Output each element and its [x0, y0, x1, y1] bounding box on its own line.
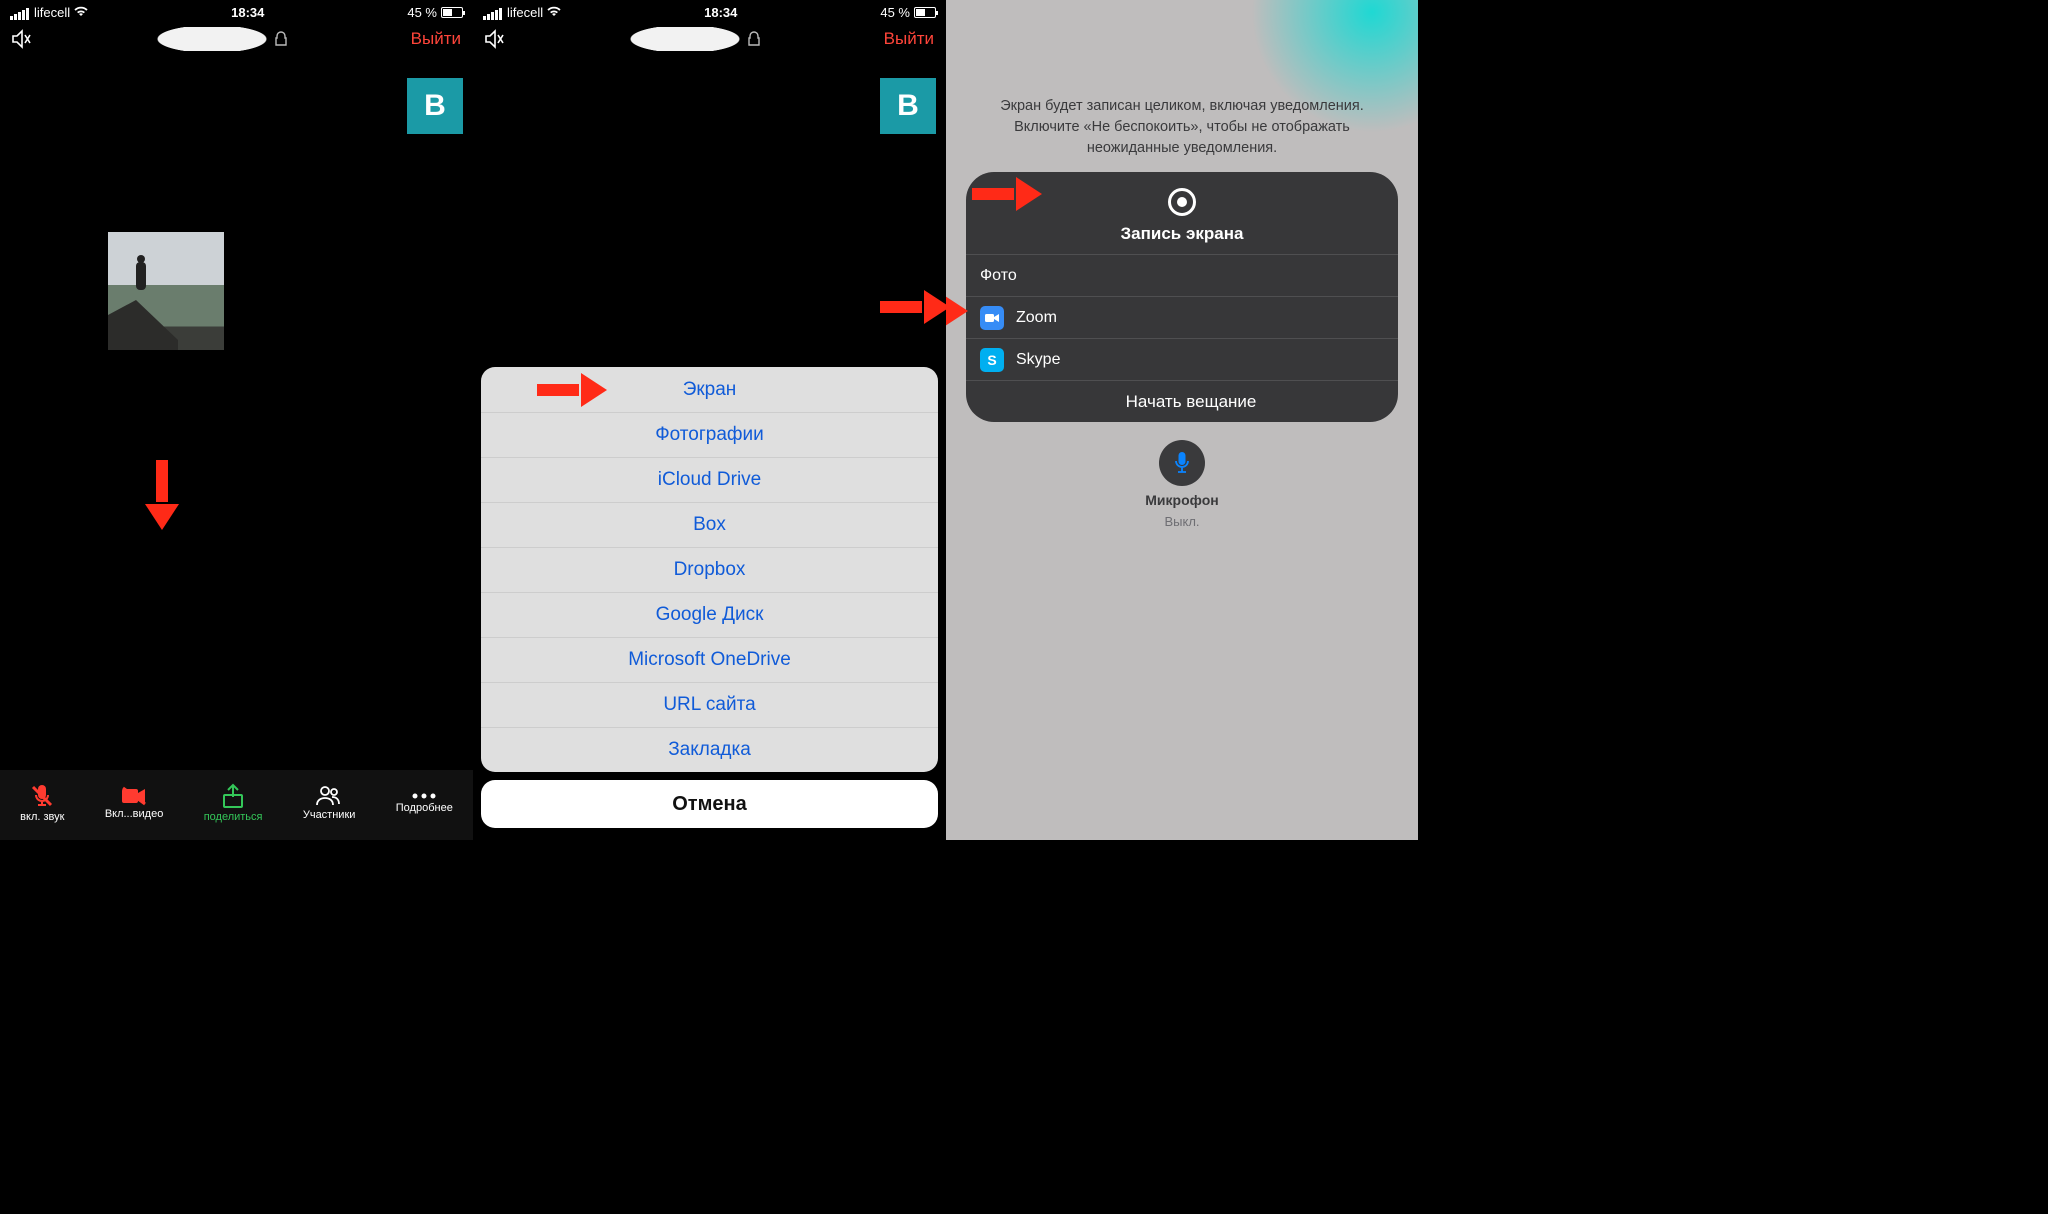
nav-audio[interactable]: вкл. звук	[20, 783, 64, 823]
signal-icon	[10, 5, 30, 20]
battery-pct: 45 %	[880, 5, 910, 20]
nav-share-label: поделиться	[204, 811, 263, 823]
share-action-sheet: Экран Фотографии iCloud Drive Box Dropbo…	[481, 367, 938, 772]
share-option-box[interactable]: Box	[481, 502, 938, 547]
share-option-label: iCloud Drive	[658, 469, 761, 491]
nav-more-label: Подробнее	[396, 802, 453, 814]
share-option-google-drive[interactable]: Google Диск	[481, 592, 938, 637]
annotation-arrow-right-icon	[880, 290, 946, 324]
participant-initial: В	[897, 89, 919, 123]
status-left: lifecell	[483, 5, 561, 20]
record-target-label: Skype	[1016, 351, 1060, 369]
mic-label: Микрофон	[1145, 492, 1218, 508]
leave-button[interactable]: Выйти	[884, 29, 934, 49]
share-option-dropbox[interactable]: Dropbox	[481, 547, 938, 592]
lock-icon	[275, 32, 287, 46]
more-icon	[411, 792, 437, 800]
cancel-label: Отмена	[672, 793, 746, 816]
share-icon	[221, 783, 245, 809]
status-left: lifecell	[10, 5, 88, 20]
record-card-header: Запись экрана	[966, 172, 1398, 254]
status-right: 45 %	[407, 5, 463, 20]
redacted-name	[630, 27, 740, 51]
share-option-label: Box	[693, 514, 726, 536]
lock-icon	[748, 32, 760, 46]
screenshot-panel-1: lifecell 18:34 45 % Выйти В вкл. звук Вк…	[0, 0, 473, 840]
nav-participants[interactable]: Участники	[303, 785, 356, 821]
participant-tile: В	[880, 78, 936, 134]
meeting-title	[157, 27, 287, 51]
record-target-photos[interactable]: Фото	[966, 254, 1398, 296]
call-topbar: Выйти	[473, 20, 946, 58]
record-card-title: Запись экрана	[1121, 224, 1244, 244]
share-option-label: Dropbox	[674, 559, 746, 581]
call-topbar: Выйти	[0, 20, 473, 58]
start-broadcast-label: Начать вещание	[1126, 392, 1257, 412]
video-muted-icon	[121, 786, 147, 806]
share-option-label: Экран	[683, 379, 737, 401]
battery-icon	[914, 7, 936, 18]
share-option-bookmark[interactable]: Закладка	[481, 727, 938, 772]
share-option-label: Google Диск	[656, 604, 764, 626]
annotation-arrow-down-icon	[145, 460, 179, 530]
share-option-screen[interactable]: Экран	[481, 367, 938, 412]
microphone-toggle[interactable]: Микрофон Выкл.	[946, 440, 1418, 529]
bottom-nav: вкл. звук Вкл...видео поделиться Участни…	[0, 770, 473, 840]
shared-photo-thumb	[108, 232, 224, 350]
cancel-button[interactable]: Отмена	[481, 780, 938, 828]
status-time: 18:34	[704, 5, 737, 20]
record-target-label: Zoom	[1016, 309, 1057, 327]
status-bar: lifecell 18:34 45 %	[0, 0, 473, 20]
record-target-zoom[interactable]: ✓ Zoom	[966, 296, 1398, 338]
annotation-arrow-right-icon	[537, 373, 607, 407]
participants-icon	[315, 785, 343, 807]
share-option-photos[interactable]: Фотографии	[481, 412, 938, 457]
mic-circle-icon	[1159, 440, 1205, 486]
start-broadcast-button[interactable]: Начать вещание	[966, 380, 1398, 422]
share-option-onedrive[interactable]: Microsoft OneDrive	[481, 637, 938, 682]
status-bar: lifecell 18:34 45 %	[473, 0, 946, 20]
nav-audio-label: вкл. звук	[20, 811, 64, 823]
share-option-label: URL сайта	[663, 694, 755, 716]
share-option-label: Фотографии	[655, 424, 764, 446]
speaker-muted-icon[interactable]	[12, 30, 34, 48]
share-option-icloud[interactable]: iCloud Drive	[481, 457, 938, 502]
annotation-arrow-right-icon	[946, 294, 968, 328]
recording-notice: Экран будет записан целиком, включая уве…	[986, 96, 1378, 159]
battery-pct: 45 %	[407, 5, 437, 20]
participant-initial: В	[424, 89, 446, 123]
record-target-skype[interactable]: S Skype	[966, 338, 1398, 380]
mic-muted-icon	[29, 783, 55, 809]
screenshot-panel-2: lifecell 18:34 45 % Выйти В Экран Фотогр…	[473, 0, 946, 840]
wifi-icon	[547, 7, 561, 17]
status-time: 18:34	[231, 5, 264, 20]
carrier-label: lifecell	[34, 5, 70, 20]
share-option-label: Закладка	[668, 739, 751, 761]
share-option-label: Microsoft OneDrive	[628, 649, 791, 671]
share-option-url[interactable]: URL сайта	[481, 682, 938, 727]
screenshot-panel-3: Экран будет записан целиком, включая уве…	[946, 0, 1418, 840]
mic-state: Выкл.	[1164, 514, 1199, 529]
skype-app-icon: S	[980, 348, 1004, 372]
nav-more[interactable]: Подробнее	[396, 792, 453, 814]
participant-tile: В	[407, 78, 463, 134]
redacted-name	[157, 27, 267, 51]
carrier-label: lifecell	[507, 5, 543, 20]
nav-participants-label: Участники	[303, 809, 356, 821]
nav-video[interactable]: Вкл...видео	[105, 786, 164, 820]
leave-button[interactable]: Выйти	[411, 29, 461, 49]
signal-icon	[483, 5, 503, 20]
battery-icon	[441, 7, 463, 18]
record-icon	[1168, 188, 1196, 216]
record-target-label: Фото	[980, 267, 1017, 285]
meeting-title	[630, 27, 760, 51]
zoom-app-icon	[980, 306, 1004, 330]
screen-record-card: Запись экрана Фото ✓ Zoom S Skype Начать…	[966, 172, 1398, 422]
nav-video-label: Вкл...видео	[105, 808, 164, 820]
speaker-muted-icon[interactable]	[485, 30, 507, 48]
wifi-icon	[74, 7, 88, 17]
nav-share[interactable]: поделиться	[204, 783, 263, 823]
status-right: 45 %	[880, 5, 936, 20]
